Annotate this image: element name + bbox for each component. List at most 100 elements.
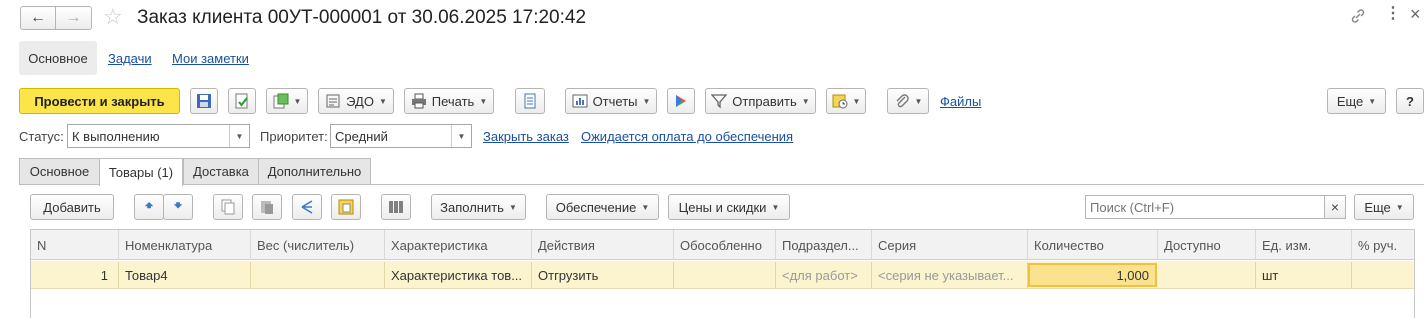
chevron-down-icon: ▼ bbox=[378, 96, 387, 106]
chevron-down-icon: ▼ bbox=[293, 96, 302, 106]
prices-label: Цены и скидки bbox=[678, 199, 767, 215]
structure-button[interactable] bbox=[515, 88, 545, 114]
selection-icon bbox=[338, 199, 354, 215]
column-header-separate[interactable]: Обособленно bbox=[674, 230, 776, 260]
fill-button[interactable]: Заполнить ▼ bbox=[431, 194, 526, 220]
select-button[interactable] bbox=[331, 194, 361, 220]
chevron-down-icon: ▼ bbox=[642, 96, 651, 106]
awaiting-payment-link[interactable]: Ожидается оплата до обеспечения bbox=[581, 129, 793, 144]
split-button[interactable] bbox=[292, 194, 322, 220]
messenger-button[interactable] bbox=[667, 88, 695, 114]
row-action[interactable]: Отгрузить bbox=[532, 262, 674, 288]
column-header-available[interactable]: Доступно bbox=[1158, 230, 1256, 260]
copy-button[interactable] bbox=[213, 194, 243, 220]
chevron-down-icon: ▼ bbox=[451, 125, 471, 147]
prices-button[interactable]: Цены и скидки ▼ bbox=[668, 194, 790, 220]
subnav-tasks[interactable]: Задачи bbox=[108, 51, 152, 66]
priority-value: Средний bbox=[335, 128, 388, 144]
column-header-characteristic[interactable]: Характеристика bbox=[385, 230, 532, 260]
column-header-manual-pct[interactable]: % руч. bbox=[1352, 230, 1414, 260]
messenger-icon bbox=[673, 93, 689, 109]
add-button[interactable]: Добавить bbox=[30, 194, 114, 220]
priority-select[interactable]: Средний ▼ bbox=[330, 124, 472, 148]
files-link[interactable]: Файлы bbox=[940, 94, 981, 109]
row-characteristic[interactable]: Характеристика тов... bbox=[385, 262, 532, 288]
column-header-quantity[interactable]: Количество bbox=[1028, 230, 1158, 260]
move-up-button[interactable]: 🠹 bbox=[134, 194, 164, 220]
chevron-down-icon: ▼ bbox=[852, 96, 861, 106]
print-label: Печать bbox=[431, 93, 475, 109]
row-separate[interactable] bbox=[674, 262, 776, 288]
tab-main[interactable]: Основное bbox=[19, 158, 100, 184]
save-button[interactable] bbox=[190, 88, 218, 114]
fill-label: Заполнить bbox=[440, 199, 504, 215]
chevron-down-icon: ▼ bbox=[771, 202, 780, 212]
edo-label: ЭДО bbox=[346, 93, 374, 109]
arrow-up-icon: 🠹 bbox=[144, 197, 154, 213]
row-n: 1 bbox=[31, 262, 119, 288]
attachments-button[interactable]: ▼ bbox=[887, 88, 929, 114]
reports-icon bbox=[572, 93, 588, 109]
column-header-action[interactable]: Действия bbox=[532, 230, 674, 260]
column-header-division[interactable]: Подраздел... bbox=[776, 230, 872, 260]
row-weight[interactable] bbox=[251, 262, 385, 288]
post-button[interactable] bbox=[228, 88, 256, 114]
column-header-weight[interactable]: Вес (числитель) bbox=[251, 230, 385, 260]
send-label: Отправить bbox=[732, 93, 797, 109]
close-icon[interactable]: × bbox=[1410, 4, 1421, 25]
more-vert-icon[interactable]: ⋮ bbox=[1385, 6, 1401, 22]
more-button[interactable]: Еще ▼ bbox=[1327, 88, 1386, 114]
row-quantity-cell[interactable]: 1,000 bbox=[1028, 263, 1157, 287]
status-select[interactable]: К выполнению ▼ bbox=[67, 124, 250, 148]
clear-search-button[interactable]: × bbox=[1324, 195, 1346, 219]
tab-goods[interactable]: Товары (1) bbox=[99, 158, 183, 186]
subnav-main[interactable]: Основное bbox=[19, 41, 97, 75]
chevron-down-icon: ▼ bbox=[1395, 202, 1404, 212]
row-division[interactable]: <для работ> bbox=[776, 262, 872, 288]
send-button[interactable]: Отправить ▼ bbox=[705, 88, 816, 114]
tabs-baseline bbox=[19, 184, 1424, 185]
column-header-n[interactable]: N bbox=[31, 230, 119, 260]
table-more-button[interactable]: Еще ▼ bbox=[1354, 194, 1414, 220]
tab-additional[interactable]: Дополнительно bbox=[258, 158, 371, 184]
close-icon: × bbox=[1330, 199, 1340, 215]
provision-button[interactable]: Обеспечение ▼ bbox=[546, 194, 659, 220]
forward-button[interactable]: → bbox=[56, 6, 92, 30]
close-order-link[interactable]: Закрыть заказ bbox=[483, 129, 569, 144]
events-button[interactable]: ▼ bbox=[826, 88, 866, 114]
search-input[interactable] bbox=[1085, 195, 1325, 219]
row-unit[interactable]: шт bbox=[1256, 262, 1352, 288]
paste-button[interactable] bbox=[252, 194, 282, 220]
create-based-button[interactable]: ▼ bbox=[266, 88, 308, 114]
column-header-item[interactable]: Номенклатура bbox=[119, 230, 251, 260]
link-icon[interactable] bbox=[1350, 8, 1366, 24]
status-label: Статус: bbox=[19, 129, 64, 144]
chevron-down-icon: ▼ bbox=[641, 202, 650, 212]
barcode-button[interactable] bbox=[381, 194, 411, 220]
chevron-down-icon: ▼ bbox=[508, 202, 517, 212]
row-manual-pct[interactable] bbox=[1352, 262, 1414, 288]
move-down-button[interactable]: 🠻 bbox=[163, 194, 193, 220]
column-header-unit[interactable]: Ед. изм. bbox=[1256, 230, 1352, 260]
reports-button[interactable]: Отчеты ▼ bbox=[565, 88, 657, 114]
window-title: Заказ клиента 00УТ-000001 от 30.06.2025 … bbox=[137, 7, 587, 28]
star-icon[interactable]: ☆ bbox=[103, 4, 123, 30]
column-header-series[interactable]: Серия bbox=[872, 230, 1028, 260]
post-document-icon bbox=[234, 93, 250, 109]
split-icon bbox=[299, 199, 315, 215]
edo-button[interactable]: ЭДО ▼ bbox=[318, 88, 394, 114]
chevron-down-icon: ▼ bbox=[801, 96, 810, 106]
copy-icon bbox=[220, 199, 236, 215]
paste-icon bbox=[259, 199, 275, 215]
row-item[interactable]: Товар4 bbox=[119, 262, 251, 288]
chevron-down-icon: ▼ bbox=[914, 96, 923, 106]
subnav-notes[interactable]: Мои заметки bbox=[172, 51, 249, 66]
help-button[interactable]: ? bbox=[1396, 88, 1424, 114]
list-icon bbox=[522, 93, 538, 109]
row-series[interactable]: <серия не указывает... bbox=[872, 262, 1028, 288]
print-button[interactable]: Печать ▼ bbox=[404, 88, 494, 114]
post-close-button[interactable]: Провести и закрыть bbox=[19, 88, 180, 114]
tab-delivery[interactable]: Доставка bbox=[183, 158, 259, 184]
back-button[interactable]: ← bbox=[20, 6, 56, 30]
paperclip-icon bbox=[894, 93, 910, 109]
